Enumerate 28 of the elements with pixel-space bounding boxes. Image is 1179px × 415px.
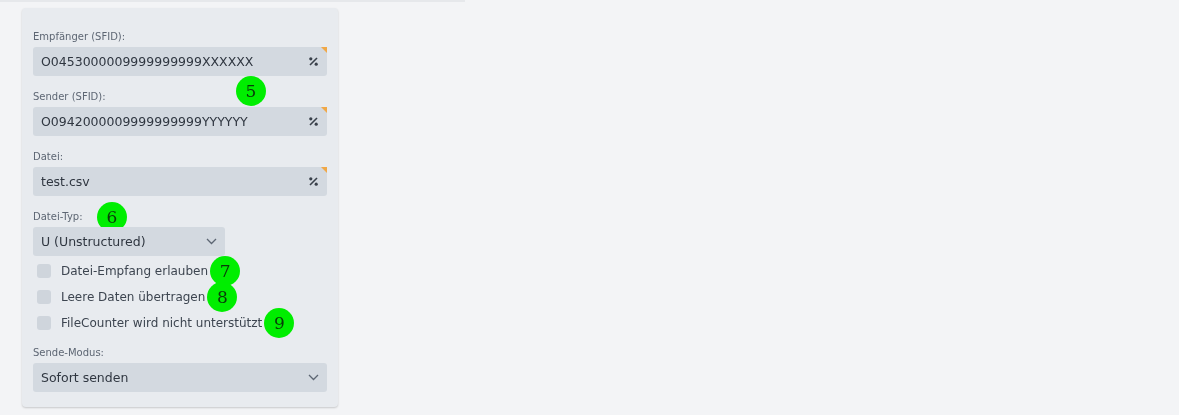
chevron-down-icon bbox=[206, 238, 217, 245]
chevron-down-icon bbox=[308, 374, 319, 381]
corner-marker-icon bbox=[321, 167, 327, 173]
checkbox[interactable] bbox=[37, 290, 51, 304]
checkbox[interactable] bbox=[37, 264, 51, 278]
step-marker: 5 bbox=[236, 76, 266, 106]
checkbox-label: FileCounter wird nicht unterstützt bbox=[61, 316, 263, 330]
field-label: Datei-Typ: bbox=[33, 210, 83, 224]
field-label: Sende-Modus: bbox=[33, 346, 104, 360]
step-marker: 9 bbox=[264, 308, 295, 338]
corner-marker-icon bbox=[321, 107, 327, 113]
percent-icon[interactable] bbox=[308, 56, 319, 67]
select-dropdown[interactable]: Sofort senden bbox=[33, 363, 327, 392]
checkbox[interactable] bbox=[37, 316, 51, 330]
percent-icon[interactable] bbox=[308, 176, 319, 187]
text-field[interactable]: O0453000009999999999XXXXXX bbox=[33, 47, 327, 76]
checkbox-label: Datei-Empfang erlauben bbox=[61, 264, 209, 278]
field-label: Empfänger (SFID): bbox=[33, 30, 126, 44]
select-dropdown[interactable]: U (Unstructured) bbox=[33, 227, 225, 256]
percent-icon[interactable] bbox=[308, 116, 319, 127]
field-label: Datei: bbox=[33, 150, 64, 164]
text-field[interactable]: O0942000009999999999YYYYYY bbox=[33, 107, 327, 136]
step-marker: 8 bbox=[207, 282, 238, 312]
text-field[interactable]: test.csv bbox=[33, 167, 327, 196]
field-label: Sender (SFID): bbox=[33, 90, 106, 104]
step-marker: 7 bbox=[210, 256, 241, 286]
checkbox-label: Leere Daten übertragen bbox=[61, 290, 206, 304]
corner-marker-icon bbox=[321, 47, 327, 53]
